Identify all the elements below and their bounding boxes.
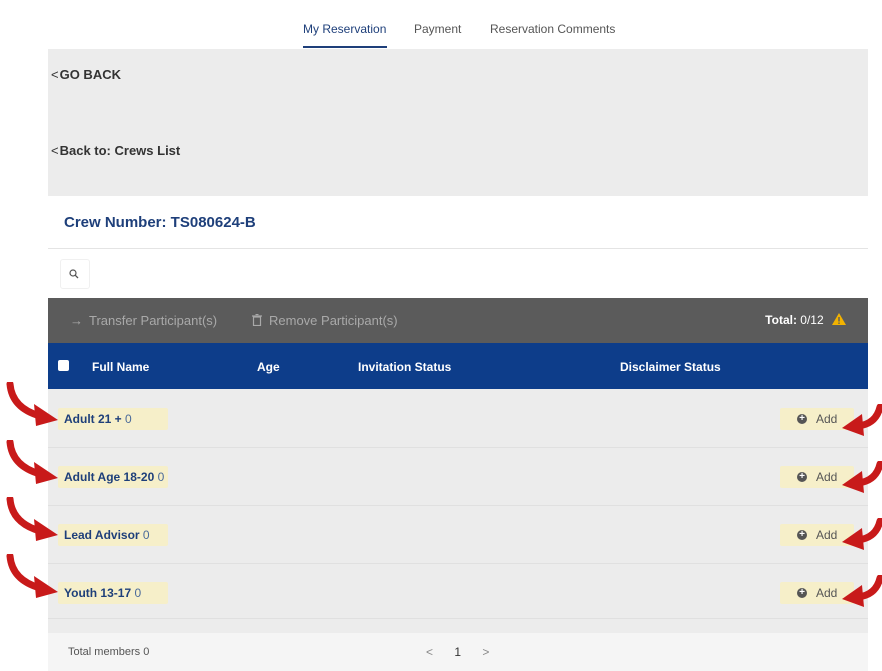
bulk-action-toolbar: → Transfer Participant(s) Remove Particip… — [48, 298, 868, 343]
pagination: < 1 > — [426, 645, 507, 659]
search-icon — [69, 269, 79, 279]
arrow-right-icon: → — [70, 313, 83, 328]
search-row — [48, 249, 868, 298]
tab-payment[interactable]: Payment — [414, 22, 461, 36]
table-row: Lead Advisor 0 + Add — [48, 506, 868, 564]
table-row: Adult Age 18-20 0 + Add — [48, 448, 868, 506]
annotation-arrow-icon — [842, 575, 882, 607]
page-number[interactable]: 1 — [454, 645, 461, 659]
transfer-participants-button[interactable]: → Transfer Participant(s) — [70, 313, 217, 328]
active-tab-indicator — [303, 46, 387, 48]
next-page-button[interactable]: > — [482, 645, 489, 659]
prev-page-button[interactable]: < — [426, 645, 433, 659]
remove-label: Remove Participant(s) — [269, 313, 398, 328]
table-row: Adult 21 + 0 + Add — [48, 390, 868, 448]
tab-reservation-comments[interactable]: Reservation Comments — [490, 22, 615, 36]
total-indicator: Total: 0/12 — [765, 313, 846, 327]
group-label: Youth 13-17 0 — [58, 582, 168, 604]
annotation-arrow-icon — [842, 461, 882, 493]
plus-circle-icon: + — [797, 530, 807, 540]
table-header: Full Name Age Invitation Status Disclaim… — [48, 343, 868, 389]
crew-header: Crew Number: TS080624-B — [48, 196, 868, 249]
group-label: Adult Age 18-20 0 — [58, 466, 168, 488]
total-label: Total: — [765, 313, 797, 327]
group-label: Adult 21 + 0 — [58, 408, 168, 430]
chevron-left-icon: < — [51, 67, 59, 82]
annotation-arrow-icon — [842, 404, 882, 436]
col-invitation-status[interactable]: Invitation Status — [358, 360, 451, 374]
col-disclaimer-status[interactable]: Disclaimer Status — [620, 360, 721, 374]
trash-icon — [252, 313, 262, 327]
warning-icon — [832, 313, 846, 325]
go-back-link[interactable]: <GO BACK — [51, 67, 121, 82]
col-age[interactable]: Age — [257, 360, 280, 374]
select-all-checkbox[interactable] — [58, 360, 69, 371]
annotation-arrow-icon — [6, 382, 58, 426]
search-button[interactable] — [60, 259, 90, 289]
remove-participants-button[interactable]: Remove Participant(s) — [252, 313, 398, 328]
annotation-arrow-icon — [6, 440, 58, 484]
total-members: Total members 0 — [68, 646, 150, 658]
main-panel: My Reservation Payment Reservation Comme… — [48, 0, 868, 671]
plus-circle-icon: + — [797, 472, 807, 482]
chevron-left-icon: < — [51, 143, 59, 158]
col-full-name[interactable]: Full Name — [92, 360, 149, 374]
back-to-crews-label: Back to: Crews List — [59, 143, 181, 158]
plus-circle-icon: + — [797, 414, 807, 424]
annotation-arrow-icon — [6, 497, 58, 541]
reservation-page: My Reservation Payment Reservation Comme… — [0, 0, 882, 671]
plus-circle-icon: + — [797, 588, 807, 598]
go-back-label: GO BACK — [59, 67, 121, 82]
transfer-label: Transfer Participant(s) — [89, 313, 218, 328]
crew-title: Crew Number: TS080624-B — [64, 214, 256, 231]
annotation-arrow-icon — [842, 518, 882, 550]
table-row: Youth 13-17 0 + Add — [48, 564, 868, 619]
total-value: 0/12 — [800, 313, 824, 327]
group-label: Lead Advisor 0 — [58, 524, 168, 546]
tab-my-reservation[interactable]: My Reservation — [303, 22, 386, 36]
back-to-crews-link[interactable]: <Back to: Crews List — [51, 143, 180, 158]
annotation-arrow-icon — [6, 554, 58, 598]
table-footer: Total members 0 < 1 > — [48, 633, 868, 671]
tab-bar: My Reservation Payment Reservation Comme… — [48, 0, 868, 49]
